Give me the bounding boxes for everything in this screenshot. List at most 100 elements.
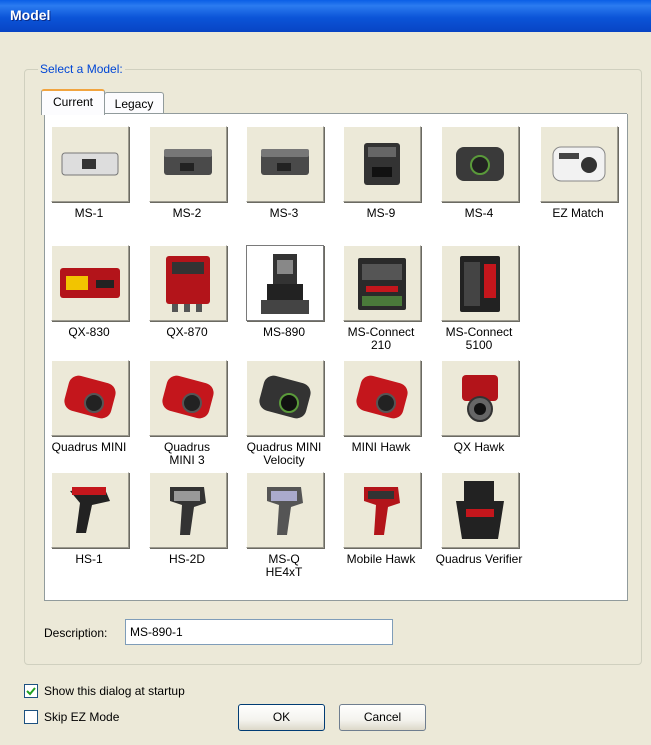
show-at-startup-label[interactable]: Show this dialog at startup bbox=[44, 684, 185, 698]
msq-he4xt-handheld-icon bbox=[267, 487, 303, 535]
model-label: MS-2 bbox=[137, 207, 237, 220]
model-tile[interactable]: MS-4 bbox=[441, 126, 539, 246]
model-tile[interactable]: QX-870 bbox=[149, 245, 247, 365]
model-label-line: 5100 bbox=[465, 338, 493, 352]
model-tile[interactable]: Quadrus MINI 3 bbox=[149, 360, 247, 480]
model-label: MS-Q HE4xT bbox=[234, 553, 334, 579]
model-thumbnail[interactable] bbox=[441, 472, 519, 548]
model-label-line: EZ Match bbox=[552, 206, 604, 220]
model-label-line: Quadrus MINI bbox=[51, 440, 127, 454]
model-thumbnail[interactable] bbox=[149, 126, 227, 202]
model-tile[interactable]: MS-9 bbox=[343, 126, 441, 246]
model-label-line: Mobile Hawk bbox=[346, 552, 416, 566]
model-label-line: HS-1 bbox=[75, 552, 103, 566]
model-thumbnail[interactable] bbox=[149, 360, 227, 436]
ms4-camera-icon bbox=[456, 147, 504, 181]
cancel-button[interactable]: Cancel bbox=[339, 704, 426, 731]
model-label: MS-3 bbox=[234, 207, 334, 220]
model-label-line: MS-9 bbox=[366, 206, 396, 220]
model-tile[interactable]: Quadrus MINI Velocity bbox=[246, 360, 344, 480]
model-label-line: HS-2D bbox=[168, 552, 205, 566]
model-thumbnail[interactable] bbox=[51, 360, 129, 436]
model-tile[interactable]: MS-890 bbox=[246, 245, 344, 365]
model-label-line: MS-1 bbox=[74, 206, 104, 220]
model-tile[interactable]: HS-2D bbox=[149, 472, 247, 592]
model-label-line: MS-890 bbox=[262, 325, 306, 339]
model-tile[interactable]: MS-1 bbox=[51, 126, 149, 246]
model-tile[interactable]: MINI Hawk bbox=[343, 360, 441, 480]
ms2-camera-icon bbox=[164, 149, 212, 175]
ms3-camera-icon bbox=[261, 149, 309, 175]
model-tile[interactable]: MS-3 bbox=[246, 126, 344, 246]
model-tile[interactable]: Mobile Hawk bbox=[343, 472, 441, 592]
ok-button[interactable]: OK bbox=[238, 704, 325, 731]
model-tile[interactable]: Quadrus Verifier bbox=[436, 472, 539, 592]
model-label: QX-830 bbox=[39, 326, 139, 339]
tab-legacy[interactable]: Legacy bbox=[104, 92, 164, 115]
quadrus-mini-velocity-icon bbox=[259, 375, 311, 419]
model-tile[interactable]: MS-Connect 210 bbox=[343, 245, 441, 365]
ms-connect-5100-icon bbox=[460, 256, 500, 312]
model-label-line: Velocity bbox=[263, 453, 305, 467]
model-thumbnail[interactable] bbox=[441, 245, 519, 321]
title-bar[interactable]: Model bbox=[0, 0, 651, 32]
model-label: MS-890 bbox=[234, 326, 334, 339]
model-label-line: HE4xT bbox=[265, 565, 303, 579]
ms1-camera-icon bbox=[61, 152, 119, 176]
hs1-handheld-icon bbox=[70, 487, 110, 533]
quadrus-mini-3-icon bbox=[162, 375, 214, 419]
model-label: MS-Connect 210 bbox=[331, 326, 431, 352]
model-thumbnail[interactable] bbox=[51, 472, 129, 548]
model-tile[interactable]: EZ Match bbox=[540, 126, 638, 246]
model-thumbnail[interactable] bbox=[246, 126, 324, 202]
ms890-scanner-icon bbox=[261, 254, 309, 314]
model-tile[interactable]: QX Hawk bbox=[441, 360, 539, 480]
model-label: MS-4 bbox=[429, 207, 529, 220]
tab-legacy-label: Legacy bbox=[114, 97, 154, 111]
model-label: Quadrus MINI Velocity bbox=[234, 441, 334, 467]
model-tile[interactable]: MS-Q HE4xT bbox=[246, 472, 344, 592]
model-label: HS-1 bbox=[39, 553, 139, 566]
model-label: Quadrus MINI bbox=[39, 441, 139, 454]
model-thumbnail[interactable] bbox=[343, 245, 421, 321]
model-thumbnail[interactable] bbox=[51, 126, 129, 202]
model-thumbnail[interactable] bbox=[51, 245, 129, 321]
model-label: Quadrus Verifier bbox=[429, 553, 529, 566]
skip-ez-mode-checkbox[interactable] bbox=[24, 710, 38, 724]
skip-ez-mode-label[interactable]: Skip EZ Mode bbox=[44, 710, 119, 724]
model-thumbnail[interactable] bbox=[343, 360, 421, 436]
model-label-line: Quadrus Verifier bbox=[435, 552, 523, 566]
model-thumbnail[interactable] bbox=[149, 472, 227, 548]
model-tile[interactable]: QX-830 bbox=[51, 245, 149, 365]
model-label: HS-2D bbox=[137, 553, 237, 566]
show-at-startup-checkbox[interactable] bbox=[24, 684, 38, 698]
mobile-hawk-handheld-icon bbox=[364, 487, 400, 535]
model-thumbnail[interactable] bbox=[343, 126, 421, 202]
model-thumbnail[interactable] bbox=[149, 245, 227, 321]
quadrus-verifier-icon bbox=[456, 481, 504, 539]
model-tile[interactable]: MS-Connect 5100 bbox=[441, 245, 539, 365]
model-thumbnail[interactable] bbox=[540, 126, 618, 202]
model-thumbnail[interactable] bbox=[246, 360, 324, 436]
model-tile[interactable]: Quadrus MINI bbox=[51, 360, 149, 480]
model-label: Quadrus MINI 3 bbox=[137, 441, 237, 467]
ez-match-camera-icon bbox=[552, 146, 606, 182]
description-input[interactable] bbox=[125, 619, 393, 645]
model-thumbnail[interactable] bbox=[441, 126, 519, 202]
model-thumbnail[interactable] bbox=[441, 360, 519, 436]
model-label: QX Hawk bbox=[429, 441, 529, 454]
model-tile[interactable]: HS-1 bbox=[51, 472, 149, 592]
tab-current[interactable]: Current bbox=[41, 89, 105, 115]
model-thumbnail[interactable] bbox=[246, 472, 324, 548]
model-label: MINI Hawk bbox=[331, 441, 431, 454]
model-label: EZ Match bbox=[528, 207, 628, 220]
model-label-line: QX Hawk bbox=[453, 440, 505, 454]
model-label: MS-Connect 5100 bbox=[429, 326, 529, 352]
model-thumbnail[interactable] bbox=[343, 472, 421, 548]
tab-current-label: Current bbox=[52, 95, 93, 109]
model-thumbnail[interactable] bbox=[246, 245, 324, 321]
qx870-scanner-icon bbox=[166, 256, 210, 312]
model-tile[interactable]: MS-2 bbox=[149, 126, 247, 246]
hs2d-handheld-icon bbox=[170, 487, 206, 535]
model-label-line: QX-830 bbox=[68, 325, 110, 339]
